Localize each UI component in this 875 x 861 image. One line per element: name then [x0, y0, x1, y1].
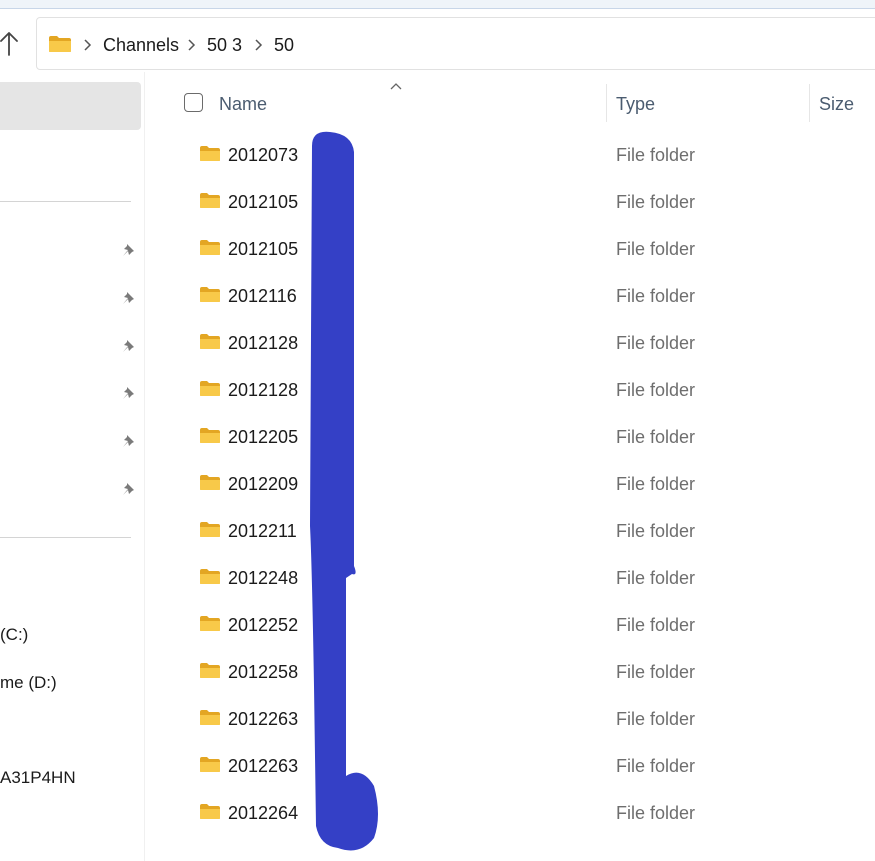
- column-separator[interactable]: [606, 84, 607, 122]
- select-all-checkbox[interactable]: [184, 93, 203, 112]
- column-header-size[interactable]: Size: [819, 94, 854, 115]
- file-type: File folder: [616, 756, 696, 776]
- folder-icon: [200, 616, 220, 631]
- file-name[interactable]: 2012258: [228, 662, 298, 683]
- file-type: File folder: [616, 427, 696, 447]
- pin-icon: [123, 387, 134, 399]
- breadcrumb-item-channels[interactable]: Channels: [103, 35, 179, 56]
- folder-icon: [200, 569, 220, 584]
- pin-icon: [123, 340, 134, 352]
- file-name[interactable]: 2012209: [228, 474, 298, 495]
- folder-icon: [200, 710, 220, 725]
- folder-icon: [200, 757, 220, 772]
- file-type: File folder: [616, 803, 696, 823]
- folder-icon: [200, 287, 220, 302]
- file-name[interactable]: 2012264: [228, 803, 298, 824]
- breadcrumb-item-50-3[interactable]: 50 3: [207, 35, 242, 56]
- file-type: File folder: [616, 192, 696, 212]
- file-name[interactable]: 2012073: [228, 145, 298, 166]
- file-type: File folder: [616, 709, 696, 729]
- sidebar-item-pinned-2[interactable]: [121, 290, 137, 306]
- file-row[interactable]: 2012258 File folder: [146, 648, 875, 695]
- file-name[interactable]: 2012263: [228, 709, 298, 730]
- file-type: File folder: [616, 615, 696, 635]
- navigation-pane: (C:) me (D:) A31P4HN: [0, 72, 145, 861]
- folder-icon: [200, 428, 220, 443]
- file-row[interactable]: 2012128 File folder: [146, 319, 875, 366]
- file-name[interactable]: 2012211: [228, 521, 297, 542]
- pin-icon: [123, 292, 134, 304]
- file-name[interactable]: 2012105: [228, 239, 298, 260]
- sidebar-item-drive-d[interactable]: me (D:): [0, 673, 57, 693]
- column-separator[interactable]: [809, 84, 810, 122]
- pin-icon: [123, 435, 134, 447]
- file-name[interactable]: 2012248: [228, 568, 298, 589]
- file-type: File folder: [616, 521, 696, 541]
- column-header-name[interactable]: Name: [219, 94, 267, 115]
- file-name[interactable]: 2012128: [228, 333, 298, 354]
- file-row[interactable]: 2012105 File folder: [146, 225, 875, 272]
- file-type: File folder: [616, 474, 696, 494]
- file-name[interactable]: 2012205: [228, 427, 298, 448]
- folder-icon: [200, 804, 220, 819]
- file-row[interactable]: 2012105 File folder: [146, 178, 875, 225]
- file-type: File folder: [616, 333, 696, 353]
- chevron-right-icon: [255, 39, 263, 51]
- sidebar-item-pinned-1[interactable]: [121, 242, 137, 258]
- pin-icon: [123, 244, 134, 256]
- folder-icon: [200, 475, 220, 490]
- file-type: File folder: [616, 286, 696, 306]
- file-type: File folder: [616, 380, 696, 400]
- up-button[interactable]: [0, 30, 18, 62]
- file-type: File folder: [616, 568, 696, 588]
- file-name[interactable]: 2012105: [228, 192, 298, 213]
- folder-icon: [49, 36, 71, 52]
- address-bar[interactable]: Channels 50 3 50: [36, 17, 875, 70]
- file-type: File folder: [616, 239, 696, 259]
- sort-up-icon: [390, 83, 402, 90]
- file-row[interactable]: 2012211 File folder: [146, 507, 875, 554]
- file-row[interactable]: 2012073 File folder: [146, 131, 875, 178]
- file-row[interactable]: 2012252 File folder: [146, 601, 875, 648]
- file-type: File folder: [616, 662, 696, 682]
- folder-icon: [200, 193, 220, 208]
- folder-icon: [200, 146, 220, 161]
- sidebar-divider: [0, 201, 131, 202]
- file-row[interactable]: 2012205 File folder: [146, 413, 875, 460]
- file-name[interactable]: 2012128: [228, 380, 298, 401]
- folder-icon: [200, 381, 220, 396]
- sidebar-item-selected[interactable]: [0, 82, 141, 130]
- folder-icon: [200, 663, 220, 678]
- sidebar-item-pinned-5[interactable]: [121, 433, 137, 449]
- sidebar-item-pinned-6[interactable]: [121, 481, 137, 497]
- file-row[interactable]: 2012263 File folder: [146, 695, 875, 742]
- chevron-right-icon: [188, 39, 196, 51]
- sidebar-item-pinned-4[interactable]: [121, 385, 137, 401]
- column-header-type[interactable]: Type: [616, 94, 655, 115]
- sidebar-item-pinned-3[interactable]: [121, 338, 137, 354]
- column-header-row: Name Type Size: [146, 80, 875, 126]
- window-top-strip: [0, 0, 875, 9]
- chevron-right-icon: [84, 39, 92, 51]
- file-name[interactable]: 2012263: [228, 756, 298, 777]
- breadcrumb-item-50[interactable]: 50: [274, 35, 294, 56]
- arrow-up-icon: [0, 32, 18, 56]
- file-row[interactable]: 2012209 File folder: [146, 460, 875, 507]
- folder-icon: [200, 522, 220, 537]
- pane-separator[interactable]: [144, 72, 145, 861]
- pin-icon: [123, 483, 134, 495]
- file-row[interactable]: 2012116 File folder: [146, 272, 875, 319]
- file-type: File folder: [616, 145, 696, 165]
- file-row[interactable]: 2012264 File folder: [146, 789, 875, 836]
- sidebar-item-network-computer[interactable]: A31P4HN: [0, 768, 76, 788]
- file-row[interactable]: 2012248 File folder: [146, 554, 875, 601]
- file-row[interactable]: 2012263 File folder: [146, 742, 875, 789]
- sidebar-item-drive-c[interactable]: (C:): [0, 625, 28, 645]
- folder-icon: [200, 240, 220, 255]
- file-name[interactable]: 2012116: [228, 286, 297, 307]
- sidebar-divider: [0, 537, 131, 538]
- file-name[interactable]: 2012252: [228, 615, 298, 636]
- folder-icon: [200, 334, 220, 349]
- file-row[interactable]: 2012128 File folder: [146, 366, 875, 413]
